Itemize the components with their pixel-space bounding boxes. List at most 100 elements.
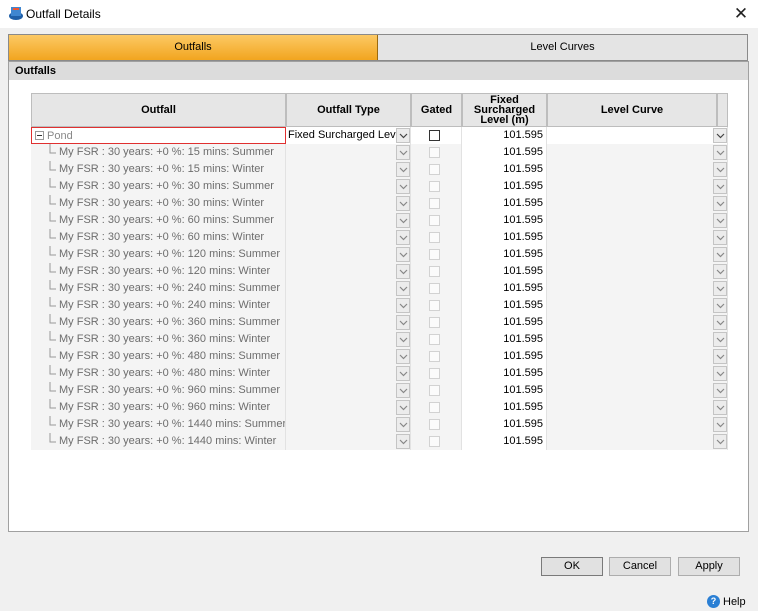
level-curve-select[interactable]	[547, 314, 728, 331]
chevron-down-icon[interactable]	[396, 281, 410, 296]
outfall-type-select[interactable]	[286, 263, 411, 280]
outfall-cell[interactable]: My FSR : 30 years: +0 %: 240 mins: Summe…	[31, 280, 286, 297]
table-row[interactable]: My FSR : 30 years: +0 %: 240 mins: Winte…	[31, 297, 728, 314]
outfall-cell[interactable]: My FSR : 30 years: +0 %: 60 mins: Winter	[31, 229, 286, 246]
gated-checkbox[interactable]	[429, 215, 440, 226]
collapse-icon[interactable]	[35, 131, 44, 140]
level-cell[interactable]: 101.595	[462, 331, 547, 348]
outfall-type-select[interactable]	[286, 348, 411, 365]
tab-level-curves[interactable]: Level Curves	[378, 35, 747, 60]
chevron-down-icon[interactable]	[713, 417, 727, 432]
table-row[interactable]: My FSR : 30 years: +0 %: 15 mins: Summer…	[31, 144, 728, 161]
column-header-level-curve[interactable]: Level Curve	[547, 93, 717, 127]
level-cell[interactable]: 101.595	[462, 229, 547, 246]
help-icon[interactable]: ?	[707, 595, 720, 608]
table-row[interactable]: My FSR : 30 years: +0 %: 1440 mins: Summ…	[31, 416, 728, 433]
chevron-down-icon[interactable]	[713, 264, 727, 279]
table-row[interactable]: My FSR : 30 years: +0 %: 240 mins: Summe…	[31, 280, 728, 297]
table-row[interactable]: My FSR : 30 years: +0 %: 480 mins: Summe…	[31, 348, 728, 365]
level-curve-select[interactable]	[547, 229, 728, 246]
level-cell[interactable]: 101.595	[462, 127, 547, 144]
table-row[interactable]: My FSR : 30 years: +0 %: 360 mins: Summe…	[31, 314, 728, 331]
gated-checkbox[interactable]	[429, 283, 440, 294]
outfall-cell[interactable]: My FSR : 30 years: +0 %: 60 mins: Summer	[31, 212, 286, 229]
gated-checkbox[interactable]	[429, 147, 440, 158]
level-cell[interactable]: 101.595	[462, 280, 547, 297]
chevron-down-icon[interactable]	[713, 213, 727, 228]
column-header-outfall-type[interactable]: Outfall Type	[286, 93, 411, 127]
outfall-type-select[interactable]	[286, 331, 411, 348]
level-cell[interactable]: 101.595	[462, 144, 547, 161]
level-cell[interactable]: 101.595	[462, 348, 547, 365]
level-cell[interactable]: 101.595	[462, 161, 547, 178]
column-header-gated[interactable]: Gated	[411, 93, 462, 127]
outfall-type-select[interactable]: Fixed Surcharged Level	[286, 127, 411, 144]
outfall-type-select[interactable]	[286, 416, 411, 433]
close-button[interactable]: ✕	[724, 0, 758, 28]
level-curve-select[interactable]	[547, 433, 728, 450]
apply-button[interactable]: Apply	[678, 557, 740, 576]
level-cell[interactable]: 101.595	[462, 433, 547, 450]
outfall-type-select[interactable]	[286, 382, 411, 399]
outfall-cell[interactable]: My FSR : 30 years: +0 %: 15 mins: Winter	[31, 161, 286, 178]
chevron-down-icon[interactable]	[713, 332, 727, 347]
level-cell[interactable]: 101.595	[462, 314, 547, 331]
level-curve-select[interactable]	[547, 280, 728, 297]
gated-checkbox[interactable]	[429, 198, 440, 209]
outfall-cell[interactable]: My FSR : 30 years: +0 %: 240 mins: Winte…	[31, 297, 286, 314]
chevron-down-icon[interactable]	[713, 315, 727, 330]
level-curve-select[interactable]	[547, 297, 728, 314]
chevron-down-icon[interactable]	[713, 145, 727, 160]
chevron-down-icon[interactable]	[396, 264, 410, 279]
level-cell[interactable]: 101.595	[462, 382, 547, 399]
chevron-down-icon[interactable]	[713, 383, 727, 398]
gated-checkbox[interactable]	[429, 351, 440, 362]
chevron-down-icon[interactable]	[396, 298, 410, 313]
level-cell[interactable]: 101.595	[462, 178, 547, 195]
gated-checkbox[interactable]	[429, 181, 440, 192]
chevron-down-icon[interactable]	[713, 196, 727, 211]
table-row[interactable]: My FSR : 30 years: +0 %: 15 mins: Winter…	[31, 161, 728, 178]
table-row[interactable]: My FSR : 30 years: +0 %: 60 mins: Winter…	[31, 229, 728, 246]
chevron-down-icon[interactable]	[396, 145, 410, 160]
gated-checkbox[interactable]	[429, 164, 440, 175]
outfall-cell[interactable]: My FSR : 30 years: +0 %: 120 mins: Summe…	[31, 246, 286, 263]
outfall-type-select[interactable]	[286, 161, 411, 178]
table-row[interactable]: My FSR : 30 years: +0 %: 960 mins: Winte…	[31, 399, 728, 416]
chevron-down-icon[interactable]	[713, 179, 727, 194]
outfall-cell[interactable]: My FSR : 30 years: +0 %: 960 mins: Winte…	[31, 399, 286, 416]
outfall-cell[interactable]: My FSR : 30 years: +0 %: 30 mins: Winter	[31, 195, 286, 212]
outfall-type-select[interactable]	[286, 229, 411, 246]
level-cell[interactable]: 101.595	[462, 399, 547, 416]
cancel-button[interactable]: Cancel	[609, 557, 671, 576]
outfall-cell[interactable]: My FSR : 30 years: +0 %: 480 mins: Winte…	[31, 365, 286, 382]
level-curve-select[interactable]	[547, 178, 728, 195]
outfall-type-select[interactable]	[286, 212, 411, 229]
level-curve-select[interactable]	[547, 195, 728, 212]
gated-checkbox[interactable]	[429, 249, 440, 260]
chevron-down-icon[interactable]	[396, 179, 410, 194]
outfall-cell[interactable]: My FSR : 30 years: +0 %: 480 mins: Summe…	[31, 348, 286, 365]
ok-button[interactable]: OK	[541, 557, 603, 576]
gated-checkbox[interactable]	[429, 402, 440, 413]
chevron-down-icon[interactable]	[396, 128, 410, 143]
level-curve-select[interactable]	[547, 144, 728, 161]
level-curve-select[interactable]	[547, 416, 728, 433]
level-curve-select[interactable]	[547, 263, 728, 280]
outfall-cell[interactable]: My FSR : 30 years: +0 %: 120 mins: Winte…	[31, 263, 286, 280]
chevron-down-icon[interactable]	[396, 247, 410, 262]
gated-checkbox[interactable]	[429, 419, 440, 430]
table-row[interactable]: My FSR : 30 years: +0 %: 960 mins: Summe…	[31, 382, 728, 399]
outfall-cell[interactable]: My FSR : 30 years: +0 %: 15 mins: Summer	[31, 144, 286, 161]
chevron-down-icon[interactable]	[396, 213, 410, 228]
gated-checkbox[interactable]	[429, 334, 440, 345]
outfall-cell[interactable]: My FSR : 30 years: +0 %: 1440 mins: Wint…	[31, 433, 286, 450]
chevron-down-icon[interactable]	[713, 349, 727, 364]
level-cell[interactable]: 101.595	[462, 246, 547, 263]
help-link[interactable]: Help	[723, 596, 746, 608]
chevron-down-icon[interactable]	[713, 230, 727, 245]
outfall-cell[interactable]: My FSR : 30 years: +0 %: 960 mins: Summe…	[31, 382, 286, 399]
level-cell[interactable]: 101.595	[462, 297, 547, 314]
outfall-cell[interactable]: My FSR : 30 years: +0 %: 1440 mins: Summ…	[31, 416, 286, 433]
chevron-down-icon[interactable]	[713, 400, 727, 415]
